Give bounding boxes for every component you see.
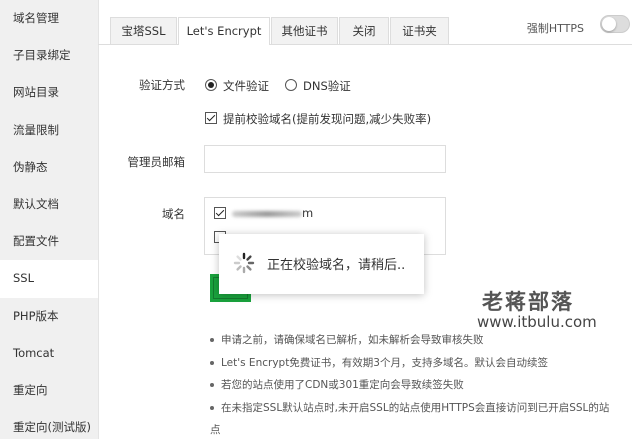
tab-certificate-folder[interactable]: 证书夹 xyxy=(390,17,449,44)
loading-spinner-icon xyxy=(233,252,255,274)
note-item: 若您的站点使用了CDN或301重定向会导致续签失败 xyxy=(210,374,632,397)
dns-verify-label: DNS验证 xyxy=(303,79,351,93)
tab-baota-ssl[interactable]: 宝塔SSL xyxy=(110,17,177,44)
sidebar-item-default-document[interactable]: 默认文档 xyxy=(0,186,98,223)
toggle-knob xyxy=(602,17,616,31)
main-panel: 宝塔SSL Let's Encrypt 其他证书 关闭 证书夹 强制HTTPS … xyxy=(98,0,632,439)
sidebar: 域名管理 子目录绑定 网站目录 流量限制 伪静态 默认文档 配置文件 SSL P… xyxy=(0,0,99,439)
domain-item-1: m xyxy=(232,206,313,220)
notes-list: 申请之前，请确保域名已解析，如未解析会导致审核失败 Let's Encrypt免… xyxy=(210,329,632,442)
admin-email-input[interactable] xyxy=(204,145,446,173)
domain-label: 域名 xyxy=(162,207,185,221)
force-https-label: 强制HTTPS xyxy=(526,22,584,35)
note-item: Let's Encrypt免费证书，有效期3个月，支持多域名。默认会自动续签 xyxy=(210,352,632,375)
force-https-toggle[interactable] xyxy=(600,15,630,33)
loading-toast: 正在校验域名，请稍后.. xyxy=(219,234,424,294)
sidebar-item-redirect[interactable]: 重定向 xyxy=(0,372,98,409)
domain-item-1-suffix: m xyxy=(302,206,314,220)
sidebar-item-subdirectory-binding[interactable]: 子目录绑定 xyxy=(0,37,98,74)
file-verify-radio[interactable] xyxy=(205,79,217,91)
watermark-url: www.itbulu.com xyxy=(477,313,597,331)
watermark-name: 老蒋部落 xyxy=(482,290,574,314)
domain-checkbox-1[interactable] xyxy=(214,207,226,219)
note-item: 申请之前，请确保域名已解析，如未解析会导致审核失败 xyxy=(210,329,632,352)
dns-verify-radio[interactable] xyxy=(285,79,297,91)
note-item: 在未指定SSL默认站点时,未开启SSL的站点使用HTTPS会直接访问到已开启SS… xyxy=(210,397,632,420)
tab-bar: 宝塔SSL Let's Encrypt 其他证书 关闭 证书夹 强制HTTPS xyxy=(98,0,632,45)
precheck-domain-label: 提前校验域名(提前发现问题,减少失败率) xyxy=(223,112,432,126)
tab-close[interactable]: 关闭 xyxy=(339,17,389,44)
blurred-domain xyxy=(232,210,302,217)
sidebar-item-config-file[interactable]: 配置文件 xyxy=(0,223,98,260)
verify-method-label: 验证方式 xyxy=(139,78,185,92)
sidebar-item-ssl[interactable]: SSL xyxy=(0,260,98,298)
tab-other-certificate[interactable]: 其他证书 xyxy=(271,17,338,44)
sidebar-item-domain-management[interactable]: 域名管理 xyxy=(0,0,98,37)
sidebar-item-tomcat[interactable]: Tomcat xyxy=(0,335,98,372)
sidebar-item-php-version[interactable]: PHP版本 xyxy=(0,298,98,335)
admin-email-label: 管理员邮箱 xyxy=(127,155,186,169)
tab-lets-encrypt[interactable]: Let's Encrypt xyxy=(178,17,270,45)
note-item-continuation: 点 xyxy=(210,424,221,436)
sidebar-item-rewrite[interactable]: 伪静态 xyxy=(0,149,98,186)
file-verify-label: 文件验证 xyxy=(223,79,269,93)
sidebar-item-traffic-limit[interactable]: 流量限制 xyxy=(0,112,98,149)
toast-message: 正在校验域名，请稍后.. xyxy=(267,258,406,273)
precheck-domain-checkbox[interactable] xyxy=(205,112,217,124)
sidebar-item-site-directory[interactable]: 网站目录 xyxy=(0,74,98,111)
sidebar-item-redirect-beta[interactable]: 重定向(测试版) xyxy=(0,409,98,446)
